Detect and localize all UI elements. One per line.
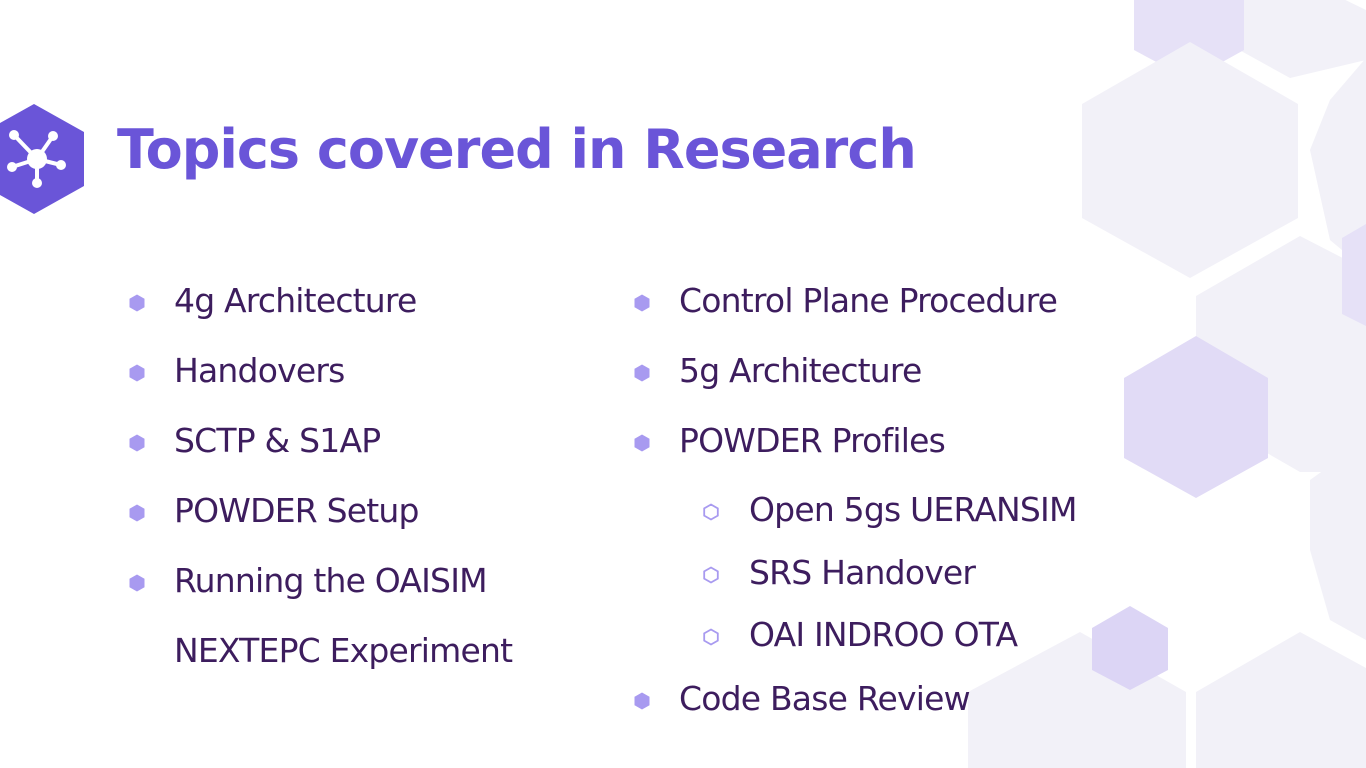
subtopic-item: OAI INDROO OTA	[749, 615, 1018, 654]
hexagon-bullet-icon	[129, 434, 145, 452]
subtopic-item: Open 5gs UERANSIM	[749, 490, 1077, 529]
topic-item: 4g Architecture	[174, 281, 417, 320]
topic-item: Running the OAISIM	[174, 561, 488, 600]
bg-hexagon	[1342, 224, 1366, 326]
hexagon-bullet-icon	[634, 692, 650, 710]
topic-item: SCTP & S1AP	[174, 421, 381, 460]
hexagon-bullet-icon	[634, 364, 650, 382]
topic-item: Control Plane Procedure	[679, 281, 1058, 320]
subtopic-item: SRS Handover	[749, 553, 976, 592]
hexagon-bullet-icon	[129, 574, 145, 592]
network-hub-icon	[0, 104, 84, 214]
slide-title: Topics covered in Research	[117, 118, 917, 181]
bg-hexagon	[1082, 42, 1298, 278]
hexagon-bullet-icon	[129, 364, 145, 382]
topic-item: POWDER Profiles	[679, 421, 946, 460]
topic-item: POWDER Setup	[174, 491, 419, 530]
hexagon-bullet-icon	[129, 504, 145, 522]
topic-item: 5g Architecture	[679, 351, 922, 390]
slide: Topics covered in Research 4g Architectu…	[0, 0, 1366, 768]
topic-item: Handovers	[174, 351, 345, 390]
hexagon-outline-bullet-icon	[703, 566, 719, 584]
hexagon-bullet-icon	[129, 294, 145, 312]
hexagon-bullet-icon	[634, 294, 650, 312]
topic-item: Code Base Review	[679, 679, 971, 718]
bg-hexagon	[1196, 632, 1366, 768]
topic-item-continuation: NEXTEPC Experiment	[174, 631, 513, 670]
hexagon-bullet-icon	[634, 434, 650, 452]
hexagon-outline-bullet-icon	[703, 503, 719, 521]
hexagon-outline-bullet-icon	[703, 628, 719, 646]
